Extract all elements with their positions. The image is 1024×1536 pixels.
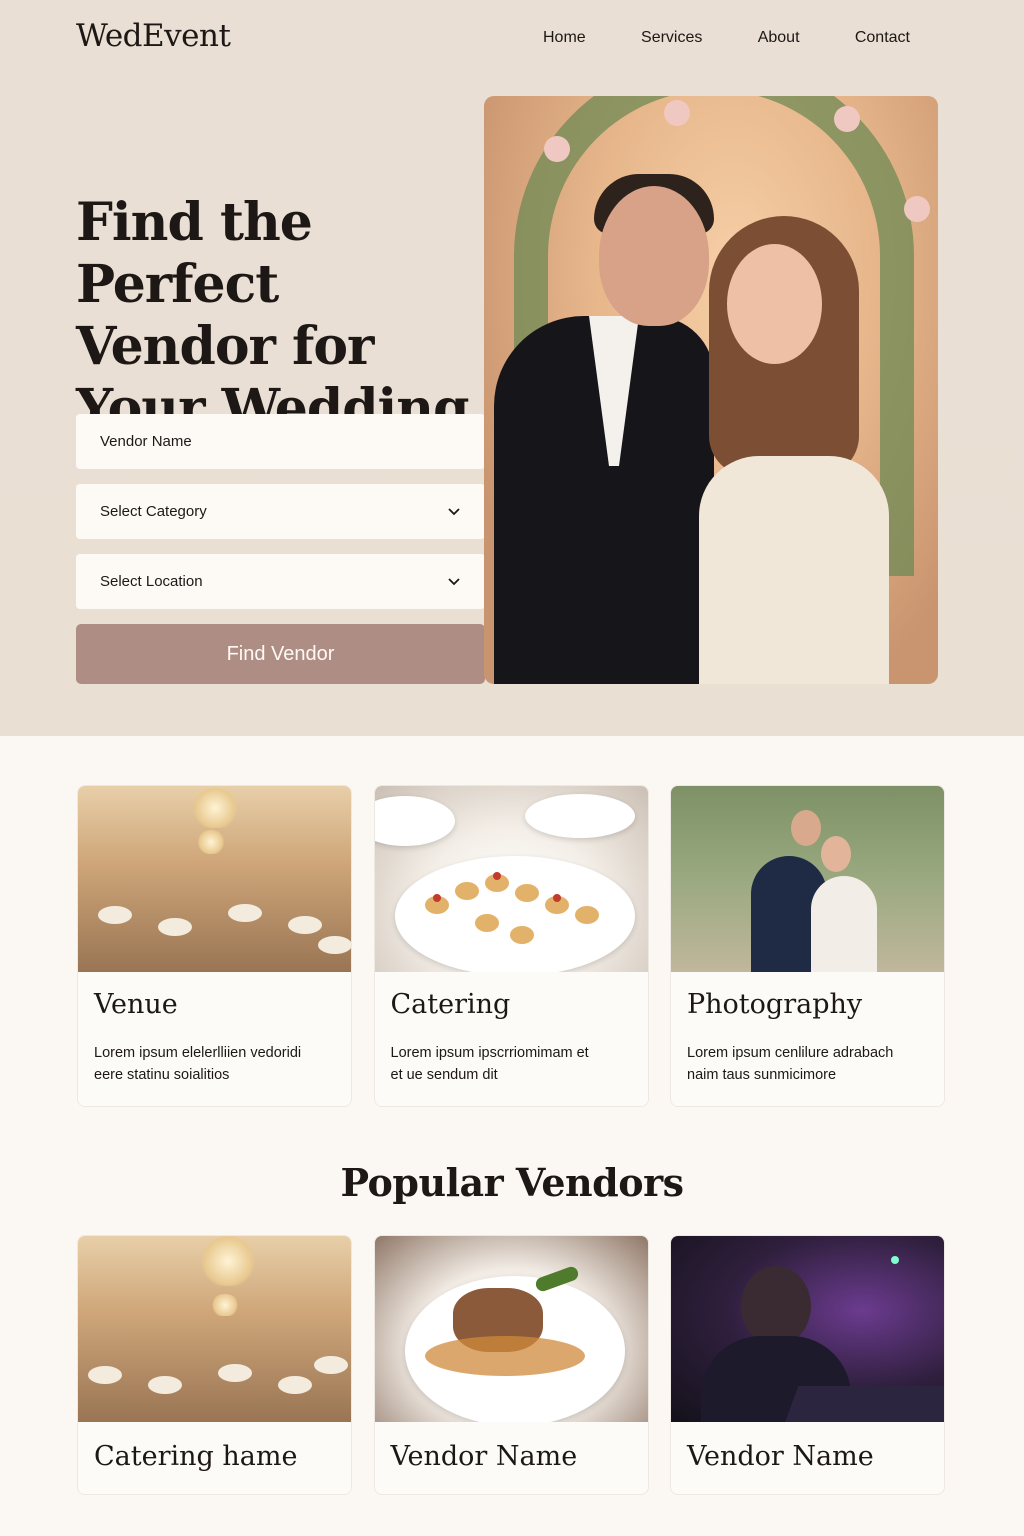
location-select[interactable]: Select Location <box>76 554 485 609</box>
card-description-line: et ue sendum dit <box>390 1067 498 1083</box>
popular-vendor-cards: Catering hame Vendor Name Vendor Name <box>77 1235 945 1495</box>
category-card-catering[interactable]: Catering Lorem ipsum ipscrriomimam et et… <box>373 785 649 1107</box>
find-vendor-button[interactable]: Find Vendor <box>76 624 485 684</box>
vendor-name-input[interactable] <box>76 414 485 469</box>
card-description: Lorem ipsum ipscrriomimam et et ue sendu… <box>391 1042 631 1086</box>
catering-food-photo <box>374 786 648 972</box>
dj-console <box>783 1386 944 1422</box>
vendor-name: Catering hame <box>94 1441 298 1472</box>
nav-home[interactable]: Home <box>543 27 586 49</box>
plated-dish-photo <box>374 1236 648 1422</box>
hero-headline: Find the Perfect Vendor for Your Wedding <box>76 192 496 440</box>
vendor-card[interactable]: Vendor Name <box>670 1235 945 1495</box>
location-select-value: Select Location <box>100 573 203 590</box>
nav-about[interactable]: About <box>758 27 800 49</box>
card-description: Lorem ipsum cenlilure adrabach naim taus… <box>687 1042 927 1086</box>
popular-vendors-heading: Popular Vendors <box>340 1160 684 1205</box>
main-nav: Home Services About Contact <box>520 27 910 49</box>
flower-decoration <box>904 196 930 222</box>
dj-head <box>741 1266 811 1346</box>
flower-decoration <box>664 100 690 126</box>
card-description-line: Lorem ipsum cenlilure adrabach <box>687 1045 894 1061</box>
site-logo[interactable]: WedEvent <box>76 18 231 54</box>
category-select-value: Select Category <box>100 503 207 520</box>
nav-contact[interactable]: Contact <box>855 27 910 49</box>
couple-outdoor-photo <box>671 786 944 972</box>
nav-services[interactable]: Services <box>641 27 702 49</box>
flower-decoration <box>544 136 570 162</box>
headline-line-2: Vendor for <box>76 316 374 377</box>
ballroom-photo <box>78 1236 351 1422</box>
sauce <box>424 1336 585 1376</box>
dj-photo <box>671 1236 944 1422</box>
category-card-photography[interactable]: Photography Lorem ipsum cenlilure adraba… <box>670 785 945 1107</box>
card-title: Venue <box>94 989 178 1020</box>
stage-light <box>891 1256 899 1264</box>
venue-hall-photo <box>78 786 351 972</box>
card-description-line: Lorem ipsum elelerlliien vedoridi <box>94 1045 302 1061</box>
chevron-down-icon <box>447 575 461 589</box>
chevron-down-icon <box>447 505 461 519</box>
card-description-line: naim taus sunmicimore <box>687 1067 837 1083</box>
card-title: Photography <box>687 989 863 1020</box>
vendor-name: Vendor Name <box>687 1441 874 1472</box>
couple-photo <box>484 96 938 684</box>
groom-figure <box>494 174 714 684</box>
card-description: Lorem ipsum elelerlliien vedoridi eere s… <box>94 1042 334 1086</box>
category-cards: Venue Lorem ipsum elelerlliien vedoridi … <box>77 785 945 1107</box>
vendor-card[interactable]: Vendor Name <box>373 1235 649 1495</box>
flower-decoration <box>834 106 860 132</box>
category-card-venue[interactable]: Venue Lorem ipsum elelerlliien vedoridi … <box>77 785 352 1107</box>
card-description-line: Lorem ipsum ipscrriomimam et <box>390 1045 589 1061</box>
headline-line-1: Find the Perfect <box>76 192 313 315</box>
card-description-line: eere statinu soialitios <box>94 1067 230 1083</box>
bride-figure <box>689 216 889 684</box>
vendor-name: Vendor Name <box>390 1441 578 1472</box>
category-select[interactable]: Select Category <box>76 484 485 539</box>
card-title: Catering <box>390 989 511 1020</box>
vendor-card[interactable]: Catering hame <box>77 1235 352 1495</box>
